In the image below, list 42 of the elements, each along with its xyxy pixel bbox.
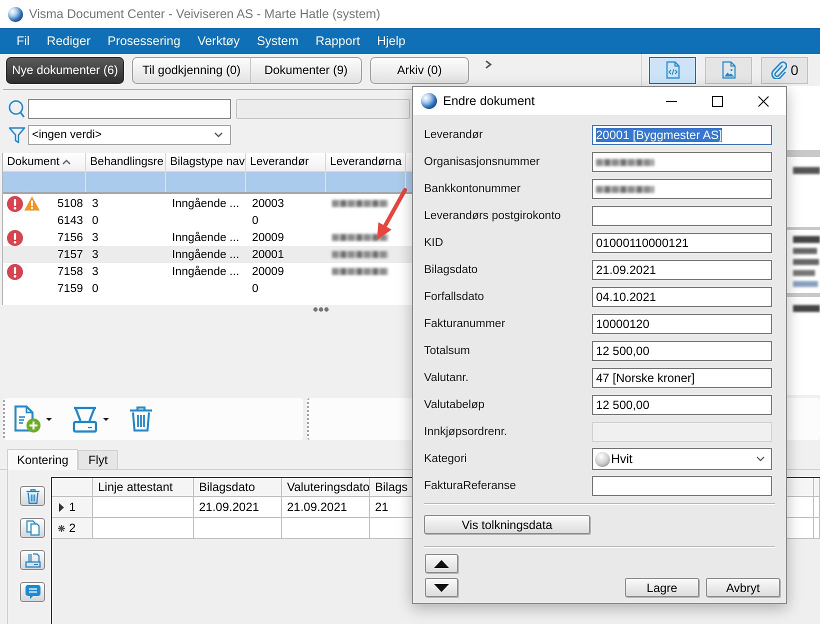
table-cell: 20009	[252, 232, 284, 244]
field-label: Leverandør	[424, 129, 484, 141]
field-label: Fakturanummer	[424, 318, 506, 330]
table-cell: 21.09.2021	[287, 500, 348, 514]
table-cell: 3	[92, 248, 98, 260]
row-number: 1	[69, 500, 76, 514]
table-cell: 21.09.2021	[199, 500, 260, 514]
field-label: Bankkontonummer	[424, 183, 522, 195]
table-cell: 0	[252, 214, 258, 226]
field-label: Kategori	[424, 453, 468, 465]
field-label: Valutabeløp	[424, 399, 486, 411]
table-cell-text: 7156	[56, 232, 83, 244]
row-number: 2	[69, 521, 76, 535]
field-label: Organisasjonsnummer	[424, 156, 541, 168]
table-cell: 20003	[252, 198, 284, 210]
table-cell: Inngående ...	[172, 266, 240, 278]
table-cell-text: 7158	[56, 266, 83, 278]
dialog-title: Endre dokument	[443, 94, 535, 108]
table-cell: 0	[92, 214, 98, 226]
field-label: FakturaReferanse	[424, 480, 518, 492]
table-cell-text: 7159	[56, 282, 83, 294]
table-cell-text: 7157	[56, 248, 83, 260]
field-label: Leverandørs postgirokonto	[424, 210, 562, 222]
table-cell: 0	[252, 282, 258, 294]
table-cell-text: 5108	[56, 198, 83, 210]
table-cell: Inngående ...	[172, 248, 240, 260]
table-cell: 3	[92, 232, 98, 244]
field-label: Innkjøpsordrenr.	[424, 426, 508, 438]
field-label: Bilagsdato	[424, 264, 479, 276]
table-cell: 20001	[252, 248, 284, 260]
table-cell: 3	[92, 266, 98, 278]
table-cell: Inngående ...	[172, 232, 240, 244]
table-cell: 20009	[252, 266, 284, 278]
table-cell: Inngående ...	[172, 198, 240, 210]
table-cell-text: 6143	[56, 214, 83, 226]
table-cell: 21	[375, 500, 388, 514]
table-cell: 0	[92, 282, 98, 294]
field-label: Valutanr.	[424, 372, 470, 384]
window-title: Visma Document Center - Veiviseren AS - Marte Hatle (system)	[29, 7, 380, 21]
table-cell: 3	[92, 198, 98, 210]
field-label: Totalsum	[424, 345, 472, 357]
field-label: KID	[424, 237, 444, 249]
